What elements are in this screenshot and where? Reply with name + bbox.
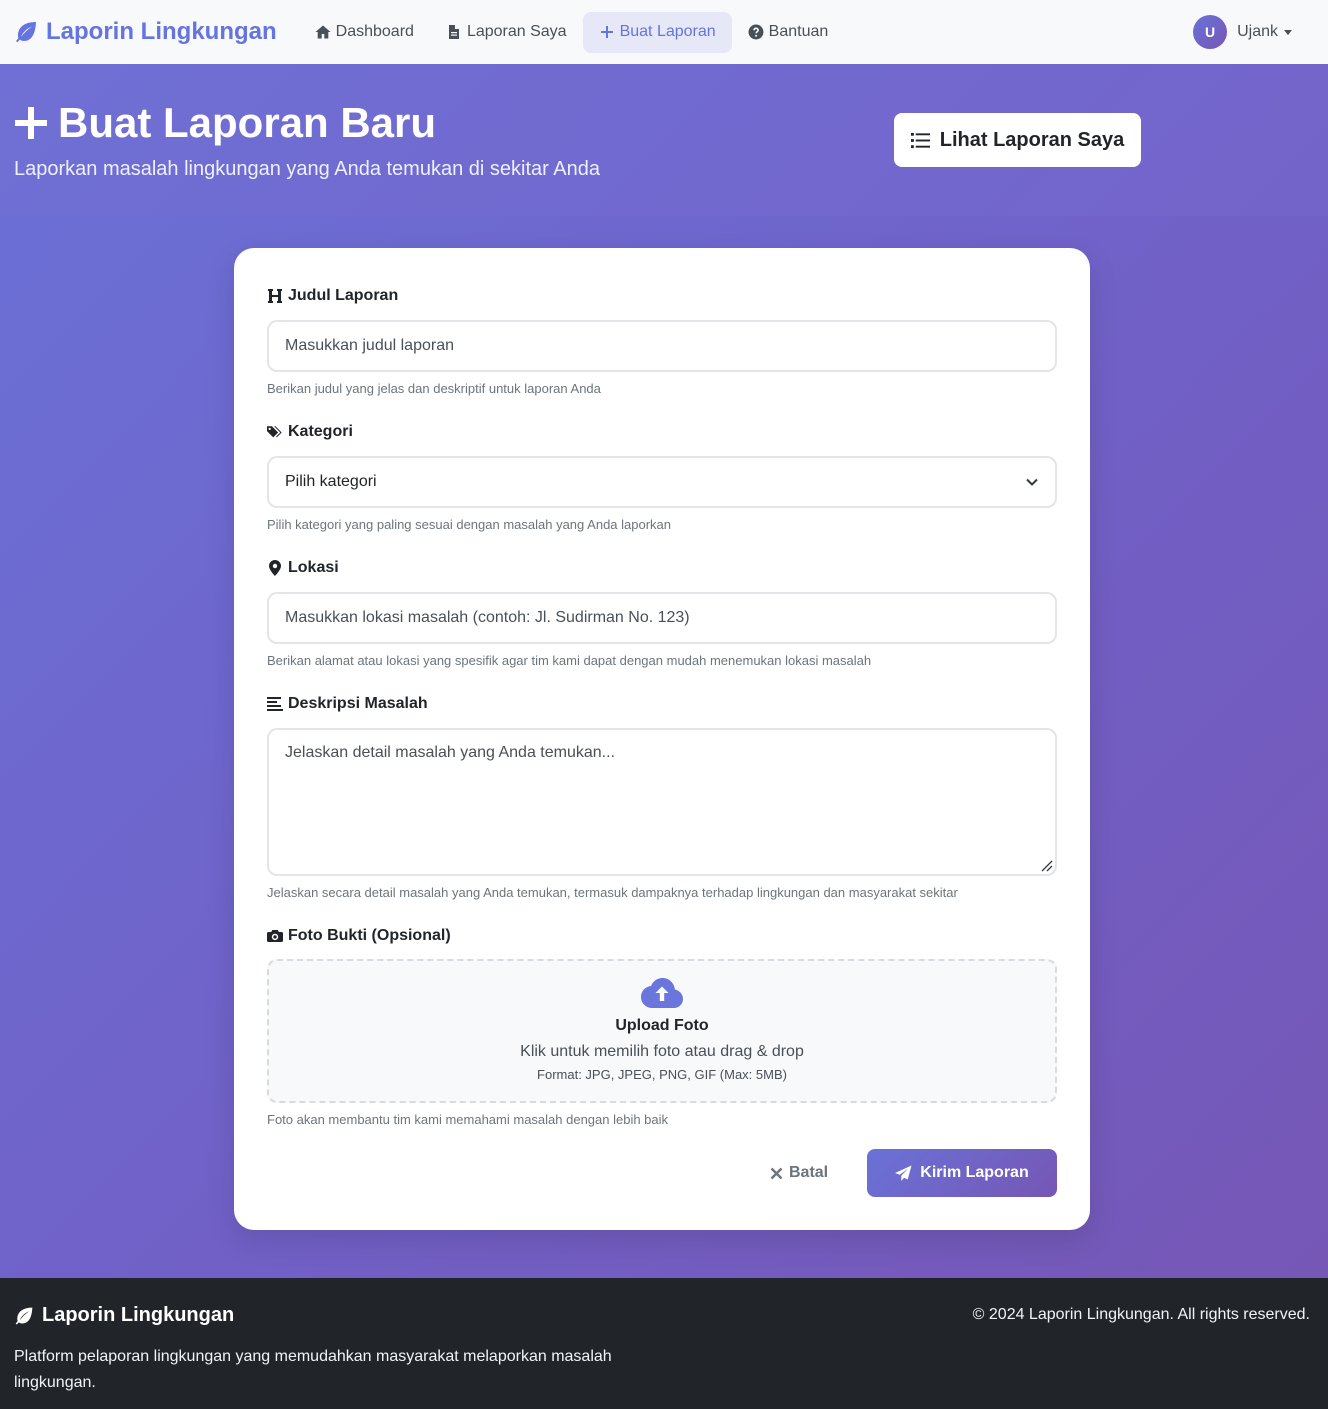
lokasi-help: Berikan alamat atau lokasi yang spesifik… xyxy=(267,653,872,668)
foto-help: Foto akan membantu tim kami memahami mas… xyxy=(267,1112,669,1127)
kategori-help: Pilih kategori yang paling sesuai dengan… xyxy=(267,517,672,532)
brand-name: Laporin Lingkungan xyxy=(46,18,277,45)
paper-plane-icon xyxy=(895,1165,912,1181)
align-left-icon xyxy=(267,697,283,711)
page-title: Buat Laporan Baru xyxy=(14,99,436,147)
home-icon xyxy=(315,25,331,39)
cloud-upload-icon xyxy=(641,978,683,1008)
kategori-select[interactable]: Pilih kategori xyxy=(267,456,1057,508)
judul-label: Judul Laporan xyxy=(267,285,1057,307)
deskripsi-textarea[interactable]: Jelaskan detail masalah yang Anda temuka… xyxy=(267,728,1057,876)
kategori-label: Kategori xyxy=(267,421,1057,443)
judul-label-text: Judul Laporan xyxy=(288,287,399,304)
report-form-card: Judul Laporan Masukkan judul laporan Ber… xyxy=(234,248,1090,1230)
judul-help: Berikan judul yang jelas dan deskriptif … xyxy=(267,381,601,396)
nav-links: Dashboard Laporan Saya Buat Laporan Bant… xyxy=(299,11,845,53)
footer-description: Platform pelaporan lingkungan yang memud… xyxy=(14,1348,612,1391)
nav-buat-laporan-label: Buat Laporan xyxy=(619,23,716,40)
close-icon xyxy=(770,1167,783,1179)
nav-bantuan-label: Bantuan xyxy=(768,23,829,40)
kategori-label-text: Kategori xyxy=(288,423,353,440)
foto-label: Foto Bukti (Opsional) xyxy=(267,925,1057,947)
footer: Laporin Lingkungan Platform pelaporan li… xyxy=(0,1278,1328,1409)
submit-report-button[interactable]: Kirim Laporan xyxy=(867,1149,1057,1197)
navbar: Laporin Lingkungan Dashboard Laporan Say… xyxy=(0,0,1328,64)
deskripsi-help: Jelaskan secara detail masalah yang Anda… xyxy=(267,885,958,900)
caret-down-icon xyxy=(1284,29,1292,35)
form-actions: Batal Kirim Laporan xyxy=(234,1149,1090,1197)
photo-upload-dropzone[interactable]: Upload Foto Klik untuk memilih foto atau… xyxy=(267,959,1057,1103)
field-deskripsi: Deskripsi Masalah Jelaskan detail masala… xyxy=(267,693,1057,900)
upload-title: Upload Foto xyxy=(615,1017,709,1034)
field-judul: Judul Laporan Masukkan judul laporan Ber… xyxy=(267,285,1057,396)
leaf-icon xyxy=(15,1307,33,1324)
brand-link[interactable]: Laporin Lingkungan xyxy=(14,18,277,46)
judul-input[interactable]: Masukkan judul laporan xyxy=(267,320,1057,372)
user-menu[interactable]: U Ujank xyxy=(1193,15,1292,49)
map-marker-icon xyxy=(269,560,281,576)
nav-laporan-saya[interactable]: Laporan Saya xyxy=(430,12,583,53)
lokasi-label: Lokasi xyxy=(267,557,1057,579)
foto-label-text: Foto Bukti (Opsional) xyxy=(288,927,451,944)
file-icon xyxy=(448,25,459,39)
submit-label: Kirim Laporan xyxy=(920,1164,1029,1181)
nav-dashboard[interactable]: Dashboard xyxy=(299,12,430,53)
field-lokasi: Lokasi Masukkan lokasi masalah (contoh: … xyxy=(267,557,1057,668)
nav-laporan-saya-label: Laporan Saya xyxy=(466,23,567,40)
resize-handle-icon[interactable] xyxy=(1039,858,1053,872)
page-header: Buat Laporan Baru Laporkan masalah lingk… xyxy=(0,64,1328,216)
footer-brand-name: Laporin Lingkungan xyxy=(42,1304,235,1326)
plus-icon xyxy=(15,107,47,139)
heading-icon xyxy=(268,289,282,303)
leaf-icon xyxy=(16,22,36,43)
cancel-button[interactable]: Batal xyxy=(770,1149,830,1197)
footer-brand: Laporin Lingkungan xyxy=(14,1304,234,1327)
lokasi-input[interactable]: Masukkan lokasi masalah (contoh: Jl. Sud… xyxy=(267,592,1057,644)
page-subtitle: Laporkan masalah lingkungan yang Anda te… xyxy=(14,158,600,180)
nav-buat-laporan[interactable]: Buat Laporan xyxy=(582,11,732,53)
page-title-text: Buat Laporan Baru xyxy=(58,99,437,146)
view-reports-label: Lihat Laporan Saya xyxy=(939,128,1125,151)
upload-subtitle: Klik untuk memilih foto atau drag & drop xyxy=(520,1043,804,1060)
chevron-down-icon xyxy=(1026,478,1038,486)
nav-bantuan[interactable]: Bantuan xyxy=(732,12,845,53)
cancel-label: Batal xyxy=(789,1164,829,1181)
upload-format: Format: JPG, JPEG, PNG, GIF (Max: 5MB) xyxy=(537,1067,787,1082)
nav-dashboard-label: Dashboard xyxy=(335,23,414,40)
question-circle-icon xyxy=(748,24,764,40)
camera-icon xyxy=(267,930,283,942)
field-kategori: Kategori Pilih kategori Pilih kategori y… xyxy=(267,421,1057,532)
deskripsi-placeholder: Jelaskan detail masalah yang Anda temuka… xyxy=(285,744,615,761)
deskripsi-label: Deskripsi Masalah xyxy=(267,693,1057,715)
tags-icon xyxy=(267,426,282,438)
deskripsi-label-text: Deskripsi Masalah xyxy=(288,695,428,712)
list-icon xyxy=(910,132,930,148)
field-foto: Foto Bukti (Opsional) Upload Foto Klik u… xyxy=(267,925,1057,1127)
plus-icon xyxy=(600,26,613,38)
kategori-selected: Pilih kategori xyxy=(285,473,377,490)
lokasi-label-text: Lokasi xyxy=(288,559,339,576)
footer-copyright: © 2024 Laporin Lingkungan. All rights re… xyxy=(972,1306,1310,1323)
avatar: U xyxy=(1193,15,1228,49)
view-reports-button[interactable]: Lihat Laporan Saya xyxy=(894,113,1141,167)
user-name: Ujank xyxy=(1237,23,1278,40)
